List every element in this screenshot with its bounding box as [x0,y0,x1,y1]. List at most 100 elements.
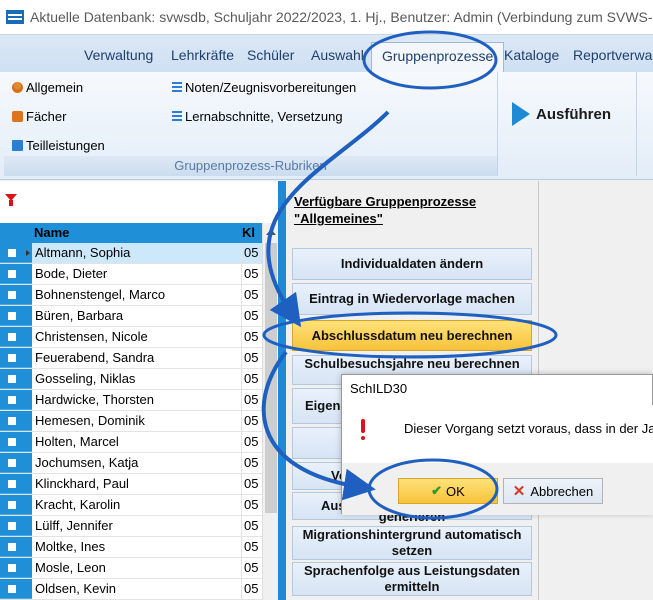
row-checkbox[interactable] [0,495,32,515]
student-klasse: 05 [244,350,259,365]
scroll-up-icon[interactable] [266,229,276,235]
scroll-thumb[interactable] [265,243,277,513]
student-name: Bohnenstengel, Marco [32,285,242,305]
checkbox[interactable] [8,459,16,467]
checkbox[interactable] [8,543,16,551]
person-icon [12,82,23,93]
table-row[interactable]: Bohnenstengel, Marco 05 [0,285,262,306]
table-row[interactable]: Büren, Barbara 05 [0,306,262,327]
checkbox[interactable] [8,291,16,299]
rubrik-allgemein[interactable]: Allgemein [12,80,83,95]
row-checkbox[interactable] [0,264,32,284]
checkbox[interactable] [8,333,16,341]
checkbox[interactable] [8,312,16,320]
column-header-klasse[interactable]: Kl [242,223,262,243]
grid-scrollbar[interactable] [262,223,278,600]
column-header-name[interactable]: Name [32,223,242,243]
row-checkbox[interactable] [0,348,32,368]
student-name: Büren, Barbara [32,306,242,326]
tab-kataloge[interactable]: Kataloge [504,47,559,63]
row-checkbox[interactable] [0,516,32,536]
title-bar: Aktuelle Datenbank: svwsdb, Schuljahr 20… [0,0,653,34]
checkbox[interactable] [8,564,16,572]
ribbon: Allgemein Fächer Teilleistungen Noten/Ze… [0,72,653,180]
checkbox[interactable] [8,417,16,425]
table-row[interactable]: Holten, Marcel 05 [0,432,262,453]
student-klasse: 05 [242,243,262,263]
table-row[interactable]: Kracht, Karolin 05 [0,495,262,516]
table-row[interactable]: Gosseling, Niklas 05 [0,369,262,390]
current-row-icon [26,250,30,256]
table-row[interactable]: Oldsen, Kevin 05 [0,579,262,600]
window-title: Aktuelle Datenbank: svwsdb, Schuljahr 20… [30,9,653,25]
process-eintrag-wiedervorlage[interactable]: Eintrag in Wiedervorlage machen [292,283,532,315]
cancel-button[interactable]: ✕ Abbrechen [503,478,603,504]
checkbox[interactable] [8,501,16,509]
checkbox[interactable] [8,522,16,530]
row-checkbox[interactable] [0,285,32,305]
list-icon [172,111,182,122]
checkbox[interactable] [8,270,16,278]
student-name: Lülff, Jennifer [32,516,242,536]
process-panel-heading: Verfügbare Gruppenprozesse "Allgemeines" [294,194,477,226]
dialog-title: SchILD30 [350,381,408,396]
table-row[interactable]: Lülff, Jennifer 05 [0,516,262,537]
checkbox[interactable] [8,354,16,362]
student-klasse: 05 [244,413,259,428]
tab-reportverwaltung[interactable]: Reportverwalt [573,47,653,63]
row-checkbox[interactable] [0,453,32,473]
close-icon: ✕ [512,483,526,500]
checkbox[interactable] [8,480,16,488]
row-checkbox[interactable] [0,327,32,347]
tab-lehrkraefte[interactable]: Lehrkräfte [171,47,234,63]
table-row[interactable]: Bode, Dieter 05 [0,264,262,285]
row-checkbox[interactable] [0,579,32,599]
checkbox-column-header[interactable] [0,223,32,243]
tab-verwaltung[interactable]: Verwaltung [84,47,153,63]
run-button[interactable]: Ausführen [512,102,611,126]
confirm-dialog: SchILD30 Dieser Vorgang setzt voraus, da… [341,374,653,515]
table-row[interactable]: Jochumsen, Katja 05 [0,453,262,474]
process-sprachenfolge[interactable]: Sprachenfolge aus Leistungsdaten ermitte… [292,562,532,596]
tab-auswahl[interactable]: Auswahl [311,47,364,63]
play-icon [512,102,530,126]
checkbox[interactable] [8,249,16,257]
table-row[interactable]: Altmann, Sophia 05 [0,243,262,264]
student-name: Hemesen, Dominik [32,411,242,431]
row-checkbox[interactable] [0,558,32,578]
table-row[interactable]: Hemesen, Dominik 05 [0,411,262,432]
tab-gruppenprozesse[interactable]: Gruppenprozesse [371,42,505,73]
checkbox[interactable] [8,438,16,446]
rubrik-noten-zeugnisvorbereitungen[interactable]: Noten/Zeugnisvorbereitungen [172,80,356,95]
student-name: Klinckhard, Paul [32,474,242,494]
rubrik-faecher[interactable]: Fächer [12,109,66,124]
rubrik-teilleistungen[interactable]: Teilleistungen [12,138,105,153]
row-checkbox[interactable] [0,411,32,431]
process-individualdaten-aendern[interactable]: Individualdaten ändern [292,248,532,280]
table-row[interactable]: Mosle, Leon 05 [0,558,262,579]
checkbox[interactable] [8,585,16,593]
process-migrationshintergrund[interactable]: Migrationshintergrund automatisch setzen [292,526,532,560]
student-name: Bode, Dieter [32,264,242,284]
row-checkbox[interactable] [0,306,32,326]
ribbon-group-rubriken: Allgemein Fächer Teilleistungen Noten/Ze… [4,72,498,176]
table-row[interactable]: Hardwicke, Thorsten 05 [0,390,262,411]
student-klasse: 05 [244,560,259,575]
table-row[interactable]: Christensen, Nicole 05 [0,327,262,348]
filter-icon[interactable] [5,194,17,206]
checkbox[interactable] [8,375,16,383]
row-checkbox[interactable] [0,537,32,557]
row-checkbox[interactable] [0,474,32,494]
row-checkbox[interactable] [0,369,32,389]
checkbox[interactable] [8,396,16,404]
rubrik-lernabschnitte-versetzung[interactable]: Lernabschnitte, Versetzung [172,109,343,124]
table-row[interactable]: Klinckhard, Paul 05 [0,474,262,495]
ok-button[interactable]: ✔ OK [398,478,498,504]
process-abschlussdatum-neu-berechnen[interactable]: Abschlussdatum neu berechnen [292,320,532,351]
table-row[interactable]: Feuerabend, Sandra 05 [0,348,262,369]
row-checkbox[interactable] [0,390,32,410]
row-checkbox[interactable] [0,432,32,452]
tab-schueler[interactable]: Schüler [247,47,294,63]
table-row[interactable]: Moltke, Ines 05 [0,537,262,558]
panel-splitter[interactable] [278,181,286,600]
